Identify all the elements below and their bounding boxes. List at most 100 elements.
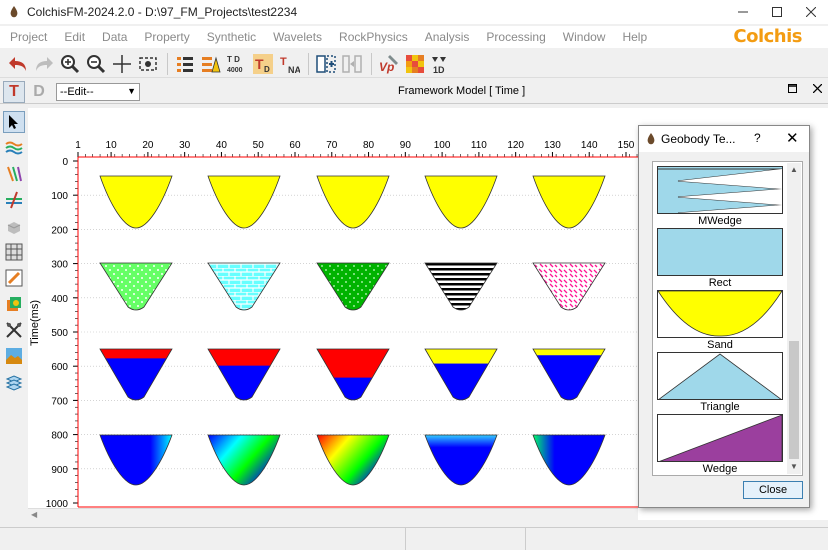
x-tick-label: 100	[434, 140, 451, 151]
layers-icon[interactable]	[173, 52, 197, 76]
grid-icon[interactable]	[3, 241, 25, 263]
draw-icon[interactable]	[3, 267, 25, 289]
depth-dna-icon[interactable]: T NA	[277, 52, 301, 76]
main-toolbar: T D 4000 TD T NA Vp 1D	[0, 50, 828, 78]
scroll-up-icon[interactable]: ▲	[790, 165, 798, 174]
title-bar: ColchisFM-2024.2.0 - D:\97_FM_Projects\t…	[0, 0, 828, 24]
x-tick-label: 70	[326, 140, 338, 151]
menu-project[interactable]: Project	[0, 30, 54, 44]
landscape-icon[interactable]	[3, 345, 25, 367]
vp-icon[interactable]: Vp	[377, 52, 401, 76]
app-logo-icon	[647, 133, 655, 145]
x-tick-label: 40	[216, 140, 228, 151]
split-panel-icon[interactable]	[340, 52, 364, 76]
paint-icon[interactable]	[3, 293, 25, 315]
y-axis-label: Time(ms)	[29, 300, 41, 346]
panel-close-icon[interactable]	[812, 83, 823, 96]
close-button[interactable]: Close	[743, 481, 803, 499]
chevron-down-icon: ▼	[127, 85, 136, 96]
block-icon[interactable]	[3, 215, 25, 237]
x-tick-label: 80	[363, 140, 375, 151]
menu-analysis[interactable]: Analysis	[415, 30, 477, 44]
dialog-close-icon[interactable]: ✕	[786, 129, 799, 147]
depth-t-icon[interactable]: TD	[251, 52, 275, 76]
faults-icon[interactable]	[3, 163, 25, 185]
menu-data[interactable]: Data	[92, 30, 134, 44]
svg-text:NA: NA	[288, 65, 300, 75]
y-tick-label: 600	[51, 362, 68, 373]
menu-synthetic[interactable]: Synthetic	[197, 30, 263, 44]
layers-warning-icon[interactable]	[199, 52, 223, 76]
gallery-item-rect[interactable]: Rect	[657, 228, 783, 289]
x-tick-label: 20	[142, 140, 154, 151]
horizons-icon[interactable]	[3, 137, 25, 159]
edit-select[interactable]: --Edit-- ▼	[56, 82, 140, 101]
dialog-title-bar: Geobody Te... ? ✕	[639, 126, 809, 152]
stack-icon[interactable]	[3, 371, 25, 393]
x-tick-label: 50	[253, 140, 265, 151]
redo-icon[interactable]	[32, 52, 56, 76]
close-window-button[interactable]	[794, 0, 828, 24]
geobody-gallery[interactable]: MWedge Rect Sand Triangle Wedge ▲ ▼	[652, 161, 803, 476]
toolbar-separator	[308, 52, 309, 75]
zoom-in-icon[interactable]	[58, 52, 82, 76]
dialog-title: Geobody Te...	[661, 132, 736, 146]
time-mode-button[interactable]: T	[3, 80, 25, 103]
gallery-item-label: Triangle	[700, 401, 740, 413]
maximize-button[interactable]	[760, 0, 794, 24]
horizontal-scrollbar[interactable]: ◀	[28, 508, 638, 522]
pointer-icon[interactable]	[3, 111, 25, 133]
triangle-thumbnail	[657, 352, 783, 400]
gallery-item-label: Wedge	[702, 463, 738, 475]
x-tick-label: 140	[581, 140, 598, 151]
scrollbar-thumb[interactable]	[789, 341, 799, 459]
minimize-button[interactable]	[726, 0, 760, 24]
panel-maximize-icon[interactable]	[788, 84, 797, 96]
gallery-item-triangle[interactable]: Triangle	[657, 352, 783, 413]
x-tick-label: 10	[106, 140, 118, 151]
window-controls	[726, 0, 828, 24]
y-tick-label: 300	[51, 260, 68, 271]
gallery-scrollbar[interactable]: ▲ ▼	[787, 163, 801, 474]
menu-wavelets[interactable]: Wavelets	[263, 30, 329, 44]
gallery-item-sand[interactable]: Sand	[657, 290, 783, 351]
brand-logo: Colchis	[733, 26, 802, 47]
left-toolbar	[0, 108, 28, 528]
menu-bar: Project Edit Data Property Synthetic Wav…	[0, 26, 828, 48]
crosshair-icon[interactable]	[110, 52, 134, 76]
menu-window[interactable]: Window	[553, 30, 613, 44]
menu-processing[interactable]: Processing	[476, 30, 552, 44]
gallery-item-mwedge[interactable]: MWedge	[657, 166, 783, 227]
y-tick-label: 800	[51, 431, 68, 442]
app-logo-icon	[10, 6, 18, 18]
rect-thumbnail	[657, 228, 783, 276]
fault-cross-icon[interactable]	[3, 189, 25, 211]
y-tick-label: 900	[51, 465, 68, 476]
add-panel-icon[interactable]	[314, 52, 338, 76]
menu-edit[interactable]: Edit	[54, 30, 92, 44]
zoom-out-icon[interactable]	[84, 52, 108, 76]
menu-help[interactable]: Help	[612, 30, 654, 44]
depth-4000-icon[interactable]: T D 4000	[225, 52, 249, 76]
menu-rockphysics[interactable]: RockPhysics	[329, 30, 415, 44]
undo-icon[interactable]	[6, 52, 30, 76]
menu-property[interactable]: Property	[134, 30, 196, 44]
depth-mode-button[interactable]: D	[28, 81, 50, 103]
tools-cross-icon[interactable]	[3, 319, 25, 341]
scroll-left-icon[interactable]: ◀	[31, 510, 37, 519]
geobody-template-dialog: Geobody Te... ? ✕ MWedge Rect Sand Trian…	[638, 125, 810, 508]
1d-icon[interactable]: 1D	[429, 52, 453, 76]
gallery-item-wedge[interactable]: Wedge	[657, 414, 783, 475]
y-tick-label: 400	[51, 294, 68, 305]
model-title: Framework Model [ Time ]	[398, 85, 526, 97]
y-tick-label: 200	[51, 225, 68, 236]
scroll-down-icon[interactable]: ▼	[790, 462, 798, 471]
x-tick-label: 150	[618, 140, 635, 151]
mwedge-thumbnail	[657, 166, 783, 214]
svg-text:D: D	[264, 65, 270, 74]
help-button[interactable]: ?	[754, 131, 761, 145]
heatmap-icon[interactable]	[403, 52, 427, 76]
gallery-item-label: MWedge	[698, 215, 742, 227]
y-tick-label: 0	[62, 157, 68, 168]
screenshot-icon[interactable]	[136, 52, 160, 76]
